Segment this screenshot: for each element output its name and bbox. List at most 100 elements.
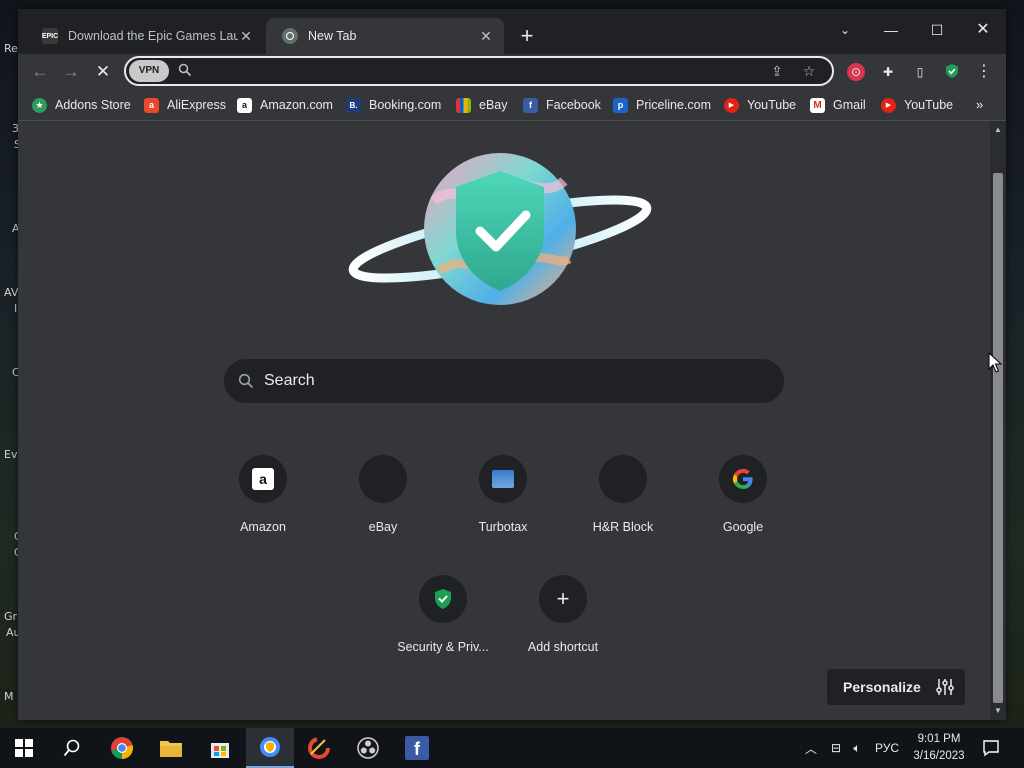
folder-icon [160, 741, 182, 757]
taskbar-vpn-browser[interactable] [246, 728, 294, 768]
page-scrollbar[interactable]: ▲ ▼ [990, 121, 1006, 720]
taskbar-search-button[interactable] [48, 728, 96, 768]
ebay-icon [359, 455, 407, 503]
address-input[interactable] [200, 61, 760, 81]
bookmark-booking[interactable]: B. Booking.com [346, 96, 441, 114]
facebook-icon: f [405, 736, 429, 760]
scroll-down-arrow-icon[interactable]: ▼ [990, 704, 1006, 718]
taskbar-ccleaner[interactable] [295, 728, 343, 768]
desktop-icon-label[interactable]: AV [4, 286, 18, 299]
shortcut-icon-circle [479, 455, 527, 503]
taskbar-obs[interactable] [344, 728, 392, 768]
shortcut-label: Google [722, 520, 764, 534]
bookmark-label: YouTube [747, 98, 797, 112]
new-tab-button[interactable]: + [515, 25, 539, 49]
bookmark-facebook[interactable]: f Facebook [523, 96, 601, 114]
search-icon [178, 63, 192, 77]
side-panel-icon[interactable]: ▯ [911, 63, 929, 81]
tab-strip: EPIC Download the Epic Games Launc ✕ New… [18, 9, 1006, 54]
puzzle-extensions-icon[interactable]: ✚ [879, 63, 897, 81]
maximize-button[interactable]: ☐ [914, 15, 960, 45]
search-box[interactable]: Search [224, 359, 784, 403]
bookmark-label: Addons Store [55, 98, 131, 112]
shortcut-hr-block[interactable]: H&R Block [567, 455, 679, 555]
close-window-button[interactable]: ✕ [960, 15, 1006, 45]
amazon-icon: a [252, 468, 274, 490]
chrome-icon [111, 737, 133, 759]
bookmark-aliexpress[interactable]: a AliExpress [144, 96, 226, 114]
security-shield-extension-icon[interactable] [943, 63, 961, 81]
desktop-icon-label[interactable]: Re [4, 42, 18, 55]
network-icon[interactable]: ⊟ [825, 741, 847, 755]
chevron-up-icon[interactable]: ︿ [803, 740, 819, 757]
youtube-icon: ▶ [881, 97, 896, 113]
start-button[interactable] [0, 728, 48, 768]
address-bar[interactable]: VPN ⇪ ☆ [124, 56, 834, 86]
bookmark-amazon[interactable]: a Amazon.com [237, 96, 333, 114]
desktop-icon-label[interactable]: I [14, 302, 17, 315]
addons-store-icon: ★ [32, 97, 47, 113]
shortcut-turbotax[interactable]: Turbotax [447, 455, 559, 555]
ccleaner-icon [308, 737, 330, 759]
vpn-badge[interactable]: VPN [129, 60, 169, 82]
bookmarks-overflow-chevron-icon[interactable]: » [976, 97, 983, 112]
forward-button[interactable]: → [57, 59, 85, 85]
tab-new-tab[interactable]: New Tab ✕ [266, 18, 504, 54]
bookmark-star-icon[interactable]: ☆ [798, 61, 820, 81]
taskbar-file-explorer[interactable] [147, 728, 195, 768]
bookmark-label: eBay [479, 98, 508, 112]
shortcut-google[interactable]: Google [687, 455, 799, 555]
youtube-icon: ▶ [724, 97, 739, 113]
gmail-icon: M [810, 97, 825, 113]
tab-title: New Tab [308, 29, 357, 43]
minimize-button[interactable]: — [868, 15, 914, 45]
shortcut-label: Security & Priv... [397, 640, 489, 654]
notification-icon [983, 740, 999, 757]
extension-badge-icon[interactable]: ⊙ [847, 63, 865, 81]
scroll-up-arrow-icon[interactable]: ▲ [990, 123, 1006, 137]
taskbar-store[interactable] [196, 728, 244, 768]
bookmark-youtube[interactable]: ▶ YouTube [724, 96, 796, 114]
share-icon[interactable]: ⇪ [766, 61, 788, 81]
tab-search-chevron-down-icon[interactable]: ⌄ [822, 15, 868, 45]
bookmark-label: Priceline.com [636, 98, 712, 112]
shortcut-label: H&R Block [592, 520, 654, 534]
facebook-icon: f [523, 97, 538, 113]
menu-kebab-icon[interactable]: ⋮ [975, 63, 993, 81]
stop-loading-button[interactable]: ✕ [89, 59, 117, 85]
back-button[interactable]: ← [26, 59, 54, 85]
taskbar-chrome[interactable] [98, 728, 146, 768]
turbotax-icon [492, 470, 514, 488]
bookmark-label: Booking.com [369, 98, 442, 112]
desktop-icon-label[interactable]: M [4, 690, 14, 703]
scrollbar-thumb[interactable] [993, 173, 1003, 703]
hr-block-icon [599, 455, 647, 503]
desktop-icon-label[interactable]: Ev [4, 448, 17, 461]
priceline-icon: p [613, 97, 628, 113]
google-icon [732, 468, 753, 490]
bookmark-youtube-2[interactable]: ▶ YouTube [881, 96, 953, 114]
tab-epic-games[interactable]: EPIC Download the Epic Games Launc ✕ [26, 18, 264, 54]
notifications-button[interactable] [968, 728, 1014, 768]
close-icon[interactable]: ✕ [478, 28, 494, 45]
add-shortcut-button[interactable]: + Add shortcut [507, 575, 619, 675]
mouse-cursor-icon [988, 352, 1002, 373]
shortcut-label: Turbotax [478, 520, 528, 534]
epic-games-icon: EPIC [42, 28, 58, 44]
shortcut-amazon[interactable]: a Amazon [207, 455, 319, 555]
personalize-button[interactable]: Personalize [827, 669, 965, 705]
desktop-icon-label[interactable]: Gr [4, 610, 17, 623]
bookmark-addons-store[interactable]: ★ Addons Store [32, 96, 131, 114]
close-icon[interactable]: ✕ [238, 28, 254, 45]
personalize-label: Personalize [843, 679, 921, 695]
bookmark-ebay[interactable]: eBay [456, 96, 508, 114]
shortcut-ebay[interactable]: eBay [327, 455, 439, 555]
shortcut-security-privacy[interactable]: Security & Priv... [387, 575, 499, 675]
language-indicator[interactable]: РУС [875, 741, 899, 755]
taskbar-facebook[interactable]: f [393, 728, 441, 768]
bookmark-gmail[interactable]: M Gmail [810, 96, 866, 114]
taskbar-clock[interactable]: 9:01 PM 3/16/2023 [900, 731, 978, 765]
bookmark-priceline[interactable]: p Priceline.com [613, 96, 711, 114]
secure-browser-icon [260, 737, 280, 757]
volume-icon[interactable]: 🔈︎ [847, 741, 867, 756]
